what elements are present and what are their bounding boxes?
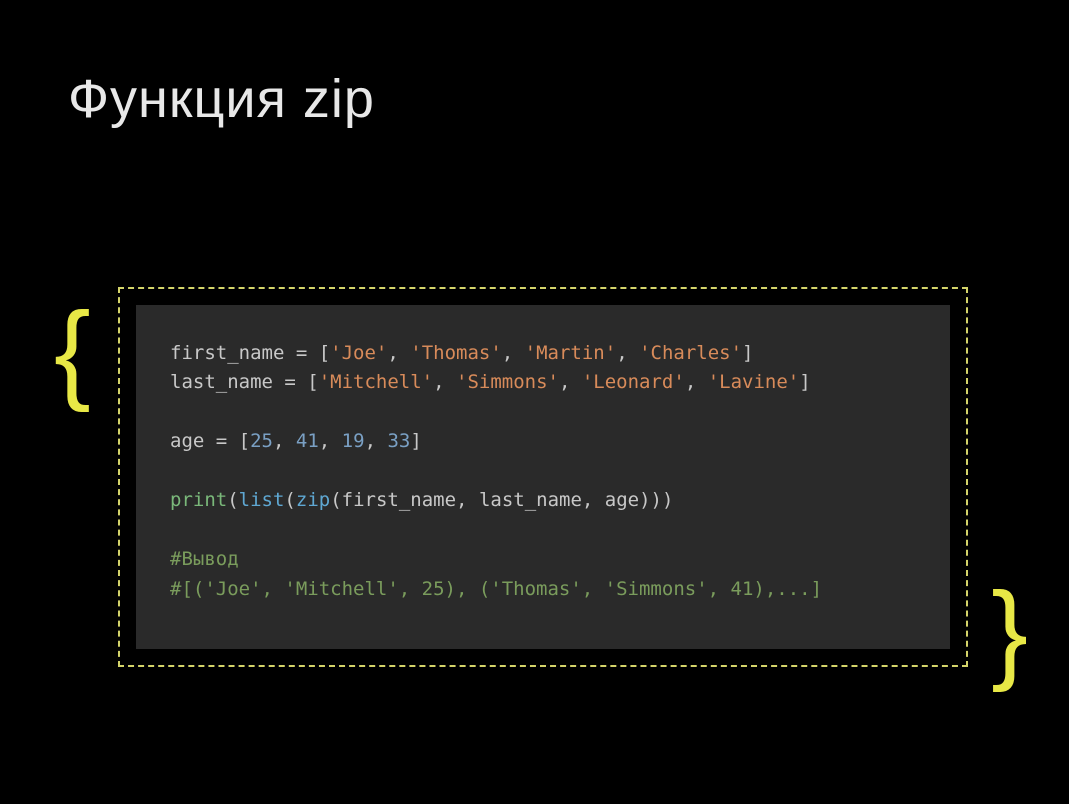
slide-title: Функция zip <box>68 68 375 130</box>
code-line-4: print(list(zip(first_name, last_name, ag… <box>170 489 673 511</box>
eq-op: = <box>273 371 307 393</box>
comma: , <box>387 342 410 364</box>
paren: ( <box>284 489 295 511</box>
comma: , <box>582 489 605 511</box>
num-41: 41 <box>296 430 319 452</box>
builtin-print: print <box>170 489 227 511</box>
bracket-open: [ <box>307 371 318 393</box>
comma: , <box>456 489 479 511</box>
str-mitchell: 'Mitchell' <box>319 371 433 393</box>
func-zip: zip <box>296 489 330 511</box>
str-joe: 'Joe' <box>330 342 387 364</box>
arg-age: age <box>605 489 639 511</box>
str-lavine: 'Lavine' <box>708 371 800 393</box>
num-33: 33 <box>387 430 410 452</box>
comma: , <box>559 371 582 393</box>
bracket-close: ] <box>799 371 810 393</box>
paren: ( <box>227 489 238 511</box>
str-simmons: 'Simmons' <box>456 371 559 393</box>
code-line-2: last_name = ['Mitchell', 'Simmons', 'Leo… <box>170 371 811 393</box>
num-25: 25 <box>250 430 273 452</box>
comma: , <box>502 342 525 364</box>
bracket-close: ] <box>410 430 421 452</box>
str-martin: 'Martin' <box>525 342 617 364</box>
comma: , <box>616 342 639 364</box>
str-charles: 'Charles' <box>639 342 742 364</box>
bracket-open: [ <box>239 430 250 452</box>
comma: , <box>365 430 388 452</box>
code-line-3: age = [25, 41, 19, 33] <box>170 430 422 452</box>
arg-first-name: first_name <box>342 489 456 511</box>
brace-left-icon: { <box>54 297 91 407</box>
eq-op: = <box>284 342 318 364</box>
var-first-name: first_name <box>170 342 284 364</box>
eq-op: = <box>204 430 238 452</box>
comma: , <box>433 371 456 393</box>
var-age: age <box>170 430 204 452</box>
func-list: list <box>239 489 285 511</box>
num-19: 19 <box>342 430 365 452</box>
str-thomas: 'Thomas' <box>410 342 502 364</box>
comma: , <box>319 430 342 452</box>
comment-output-value: #[('Joe', 'Mitchell', 25), ('Thomas', 'S… <box>170 578 822 600</box>
bracket-close: ] <box>742 342 753 364</box>
paren-close: ))) <box>639 489 673 511</box>
var-last-name: last_name <box>170 371 273 393</box>
code-block: first_name = ['Joe', 'Thomas', 'Martin',… <box>136 305 950 649</box>
code-line-1: first_name = ['Joe', 'Thomas', 'Martin',… <box>170 342 753 364</box>
bracket-open: [ <box>319 342 330 364</box>
comma: , <box>273 430 296 452</box>
arg-last-name: last_name <box>479 489 582 511</box>
brace-right-icon: } <box>991 577 1028 687</box>
str-leonard: 'Leonard' <box>582 371 685 393</box>
paren: ( <box>330 489 341 511</box>
comment-output-label: #Вывод <box>170 548 239 570</box>
code-container: { } first_name = ['Joe', 'Thomas', 'Mart… <box>118 287 968 667</box>
comma: , <box>685 371 708 393</box>
